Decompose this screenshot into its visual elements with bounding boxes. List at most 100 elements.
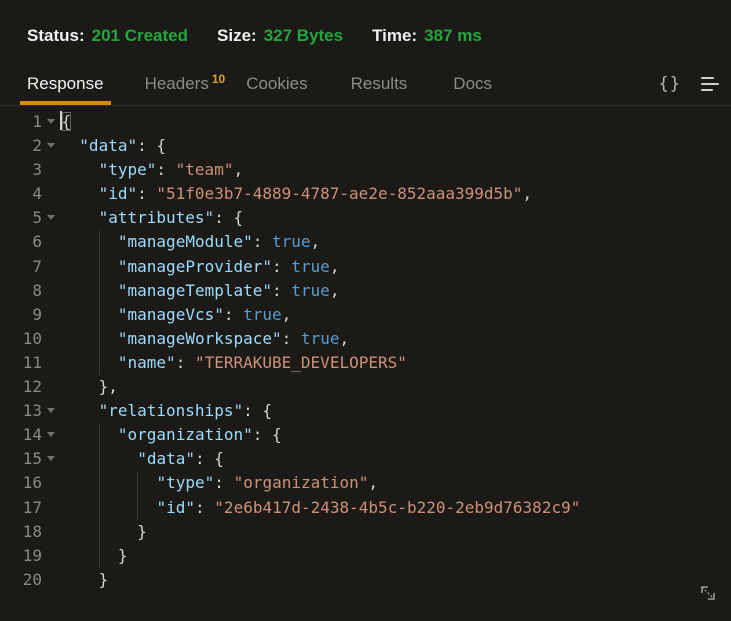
response-status-bar: Status: 201 Created Size: 327 Bytes Time… xyxy=(27,26,731,47)
tab-docs[interactable]: Docs xyxy=(453,73,492,95)
json-punctuation: { xyxy=(62,112,72,131)
indent-guide xyxy=(99,351,100,375)
fold-gutter xyxy=(42,158,60,182)
code-text: "data": { xyxy=(60,447,224,471)
code-line: 12}, xyxy=(0,375,731,399)
tab-response[interactable]: Response xyxy=(27,73,104,95)
code-text: "organization": { xyxy=(60,423,282,447)
indent-guide xyxy=(99,230,100,254)
code-line: 13"relationships": { xyxy=(0,399,731,423)
fold-gutter xyxy=(42,520,60,544)
code-editor[interactable]: 1{2"data": {3"type": "team",4"id": "51f0… xyxy=(0,106,731,592)
tab-results[interactable]: Results xyxy=(351,73,408,95)
json-punctuation: : { xyxy=(214,208,243,227)
line-number: 9 xyxy=(0,303,42,327)
fold-arrow-icon[interactable] xyxy=(42,447,60,471)
json-string: "2e6b417d-2438-4b5c-b220-2eb9d76382c9" xyxy=(214,498,580,517)
json-punctuation: : { xyxy=(243,401,272,420)
tab-docs-label: Docs xyxy=(453,74,492,93)
json-punctuation: : { xyxy=(137,136,166,155)
size-group: Size: 327 Bytes xyxy=(217,26,343,46)
code-text: "manageProvider": true, xyxy=(60,255,339,279)
lines-menu-icon[interactable] xyxy=(701,74,719,94)
json-key: "name" xyxy=(118,353,176,372)
json-punctuation: , xyxy=(368,473,378,492)
indent-guide xyxy=(137,471,138,495)
line-number: 18 xyxy=(0,520,42,544)
json-string: "51f0e3b7-4889-4787-ae2e-852aaa399d5b" xyxy=(156,184,522,203)
code-line: 10"manageWorkspace": true, xyxy=(0,327,731,351)
indent-guide xyxy=(99,520,100,544)
fold-gutter xyxy=(42,496,60,520)
fold-arrow-icon[interactable] xyxy=(42,399,60,423)
status-label: Status: xyxy=(27,26,85,46)
code-line: 6"manageModule": true, xyxy=(0,230,731,254)
json-key: "attributes" xyxy=(99,208,215,227)
format-json-icon[interactable]: {} xyxy=(659,74,681,94)
fold-gutter xyxy=(42,375,60,399)
line-number: 2 xyxy=(0,134,42,158)
code-text: "name": "TERRAKUBE_DEVELOPERS" xyxy=(60,351,407,375)
json-key: "manageModule" xyxy=(118,232,253,251)
code-text: "data": { xyxy=(60,134,166,158)
json-punctuation: : { xyxy=(253,425,282,444)
fold-gutter xyxy=(42,327,60,351)
fold-gutter xyxy=(42,351,60,375)
json-boolean: true xyxy=(291,257,330,276)
json-punctuation: , xyxy=(233,160,243,179)
line-number: 8 xyxy=(0,279,42,303)
json-punctuation: , xyxy=(311,232,321,251)
code-text: "attributes": { xyxy=(60,206,243,230)
code-text: "type": "team", xyxy=(60,158,243,182)
fold-arrow-icon[interactable] xyxy=(42,134,60,158)
json-punctuation: : xyxy=(156,160,175,179)
fold-arrow-icon[interactable] xyxy=(42,423,60,447)
code-line: 8"manageTemplate": true, xyxy=(0,279,731,303)
json-string: "team" xyxy=(176,160,234,179)
menu-bar-line xyxy=(701,77,714,79)
expand-diagonal-icon[interactable] xyxy=(696,581,720,610)
json-punctuation: : xyxy=(195,498,214,517)
json-punctuation: : xyxy=(282,329,301,348)
json-key: "manageVcs" xyxy=(118,305,224,324)
tab-headers[interactable]: Headers10 xyxy=(145,73,226,96)
fold-gutter xyxy=(42,255,60,279)
time-group: Time: 387 ms xyxy=(372,26,482,46)
line-number: 6 xyxy=(0,230,42,254)
time-value: 387 ms xyxy=(424,26,482,46)
indent-guide xyxy=(99,255,100,279)
fold-arrow-icon[interactable] xyxy=(42,110,60,134)
line-number: 16 xyxy=(0,471,42,495)
tab-bar-actions: {} xyxy=(659,74,719,94)
json-punctuation: } xyxy=(137,522,147,541)
line-number: 5 xyxy=(0,206,42,230)
tab-cookies[interactable]: Cookies xyxy=(246,73,307,95)
json-punctuation: , xyxy=(330,257,340,276)
fold-gutter xyxy=(42,230,60,254)
code-line: 15"data": { xyxy=(0,447,731,471)
code-text: "relationships": { xyxy=(60,399,272,423)
code-line: 9"manageVcs": true, xyxy=(0,303,731,327)
response-tab-bar: Response Headers10 Cookies Results Docs … xyxy=(0,73,731,106)
json-key: "id" xyxy=(99,184,138,203)
json-boolean: true xyxy=(272,232,311,251)
code-line: 1{ xyxy=(0,110,731,134)
status-group: Status: 201 Created xyxy=(27,26,188,46)
json-string: "TERRAKUBE_DEVELOPERS" xyxy=(195,353,407,372)
json-punctuation: } xyxy=(99,570,109,589)
json-punctuation: , xyxy=(330,281,340,300)
code-line: 16 "type": "organization", xyxy=(0,471,731,495)
json-punctuation: , xyxy=(282,305,292,324)
tab-response-label: Response xyxy=(27,74,104,93)
fold-arrow-icon[interactable] xyxy=(42,206,60,230)
code-text: "type": "organization", xyxy=(60,471,378,495)
code-text: } xyxy=(60,544,128,568)
code-line: 2 "data": { xyxy=(0,134,731,158)
json-key: "data" xyxy=(137,449,195,468)
json-punctuation: } xyxy=(118,546,128,565)
indent-guide xyxy=(99,447,100,471)
line-number: 12 xyxy=(0,375,42,399)
menu-bar-line xyxy=(701,89,713,91)
indent-guide xyxy=(137,496,138,520)
indent-guide xyxy=(99,303,100,327)
